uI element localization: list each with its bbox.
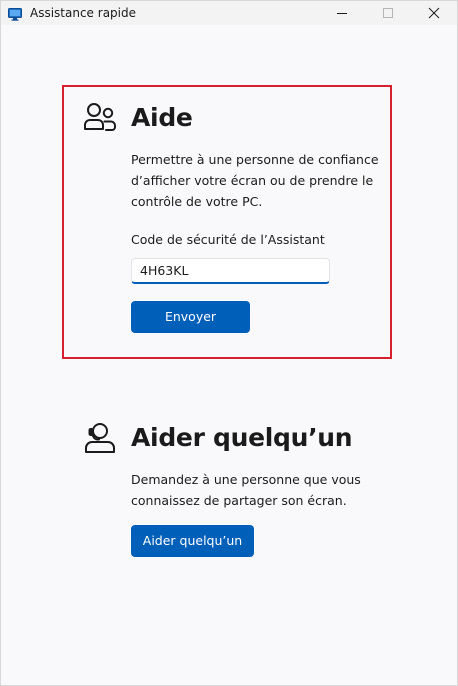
person-headset-icon bbox=[83, 421, 117, 459]
minimize-button[interactable] bbox=[319, 1, 365, 25]
quick-assist-window: Assistance rapide Aide Permettre à une p… bbox=[0, 0, 458, 686]
close-icon bbox=[428, 7, 440, 19]
window-title: Assistance rapide bbox=[30, 6, 136, 20]
quick-assist-monitor-icon bbox=[8, 6, 22, 21]
close-button[interactable] bbox=[411, 1, 457, 25]
maximize-icon bbox=[383, 8, 393, 18]
give-help-title: Aider quelqu’un bbox=[131, 423, 353, 452]
give-help-description: Demandez à une personne que vous connais… bbox=[131, 472, 361, 508]
submit-button[interactable]: Envoyer bbox=[131, 301, 250, 333]
maximize-button[interactable] bbox=[365, 1, 411, 25]
get-help-description: Permettre à une personne de confiance d’… bbox=[131, 152, 379, 209]
security-code-input[interactable] bbox=[131, 258, 330, 284]
help-someone-button[interactable]: Aider quelqu’un bbox=[131, 525, 254, 557]
security-code-label: Code de sécurité de l’Assistant bbox=[131, 232, 325, 247]
minimize-icon bbox=[337, 13, 347, 14]
people-icon bbox=[83, 101, 117, 137]
title-bar[interactable]: Assistance rapide bbox=[1, 1, 457, 25]
get-help-title: Aide bbox=[131, 103, 193, 132]
